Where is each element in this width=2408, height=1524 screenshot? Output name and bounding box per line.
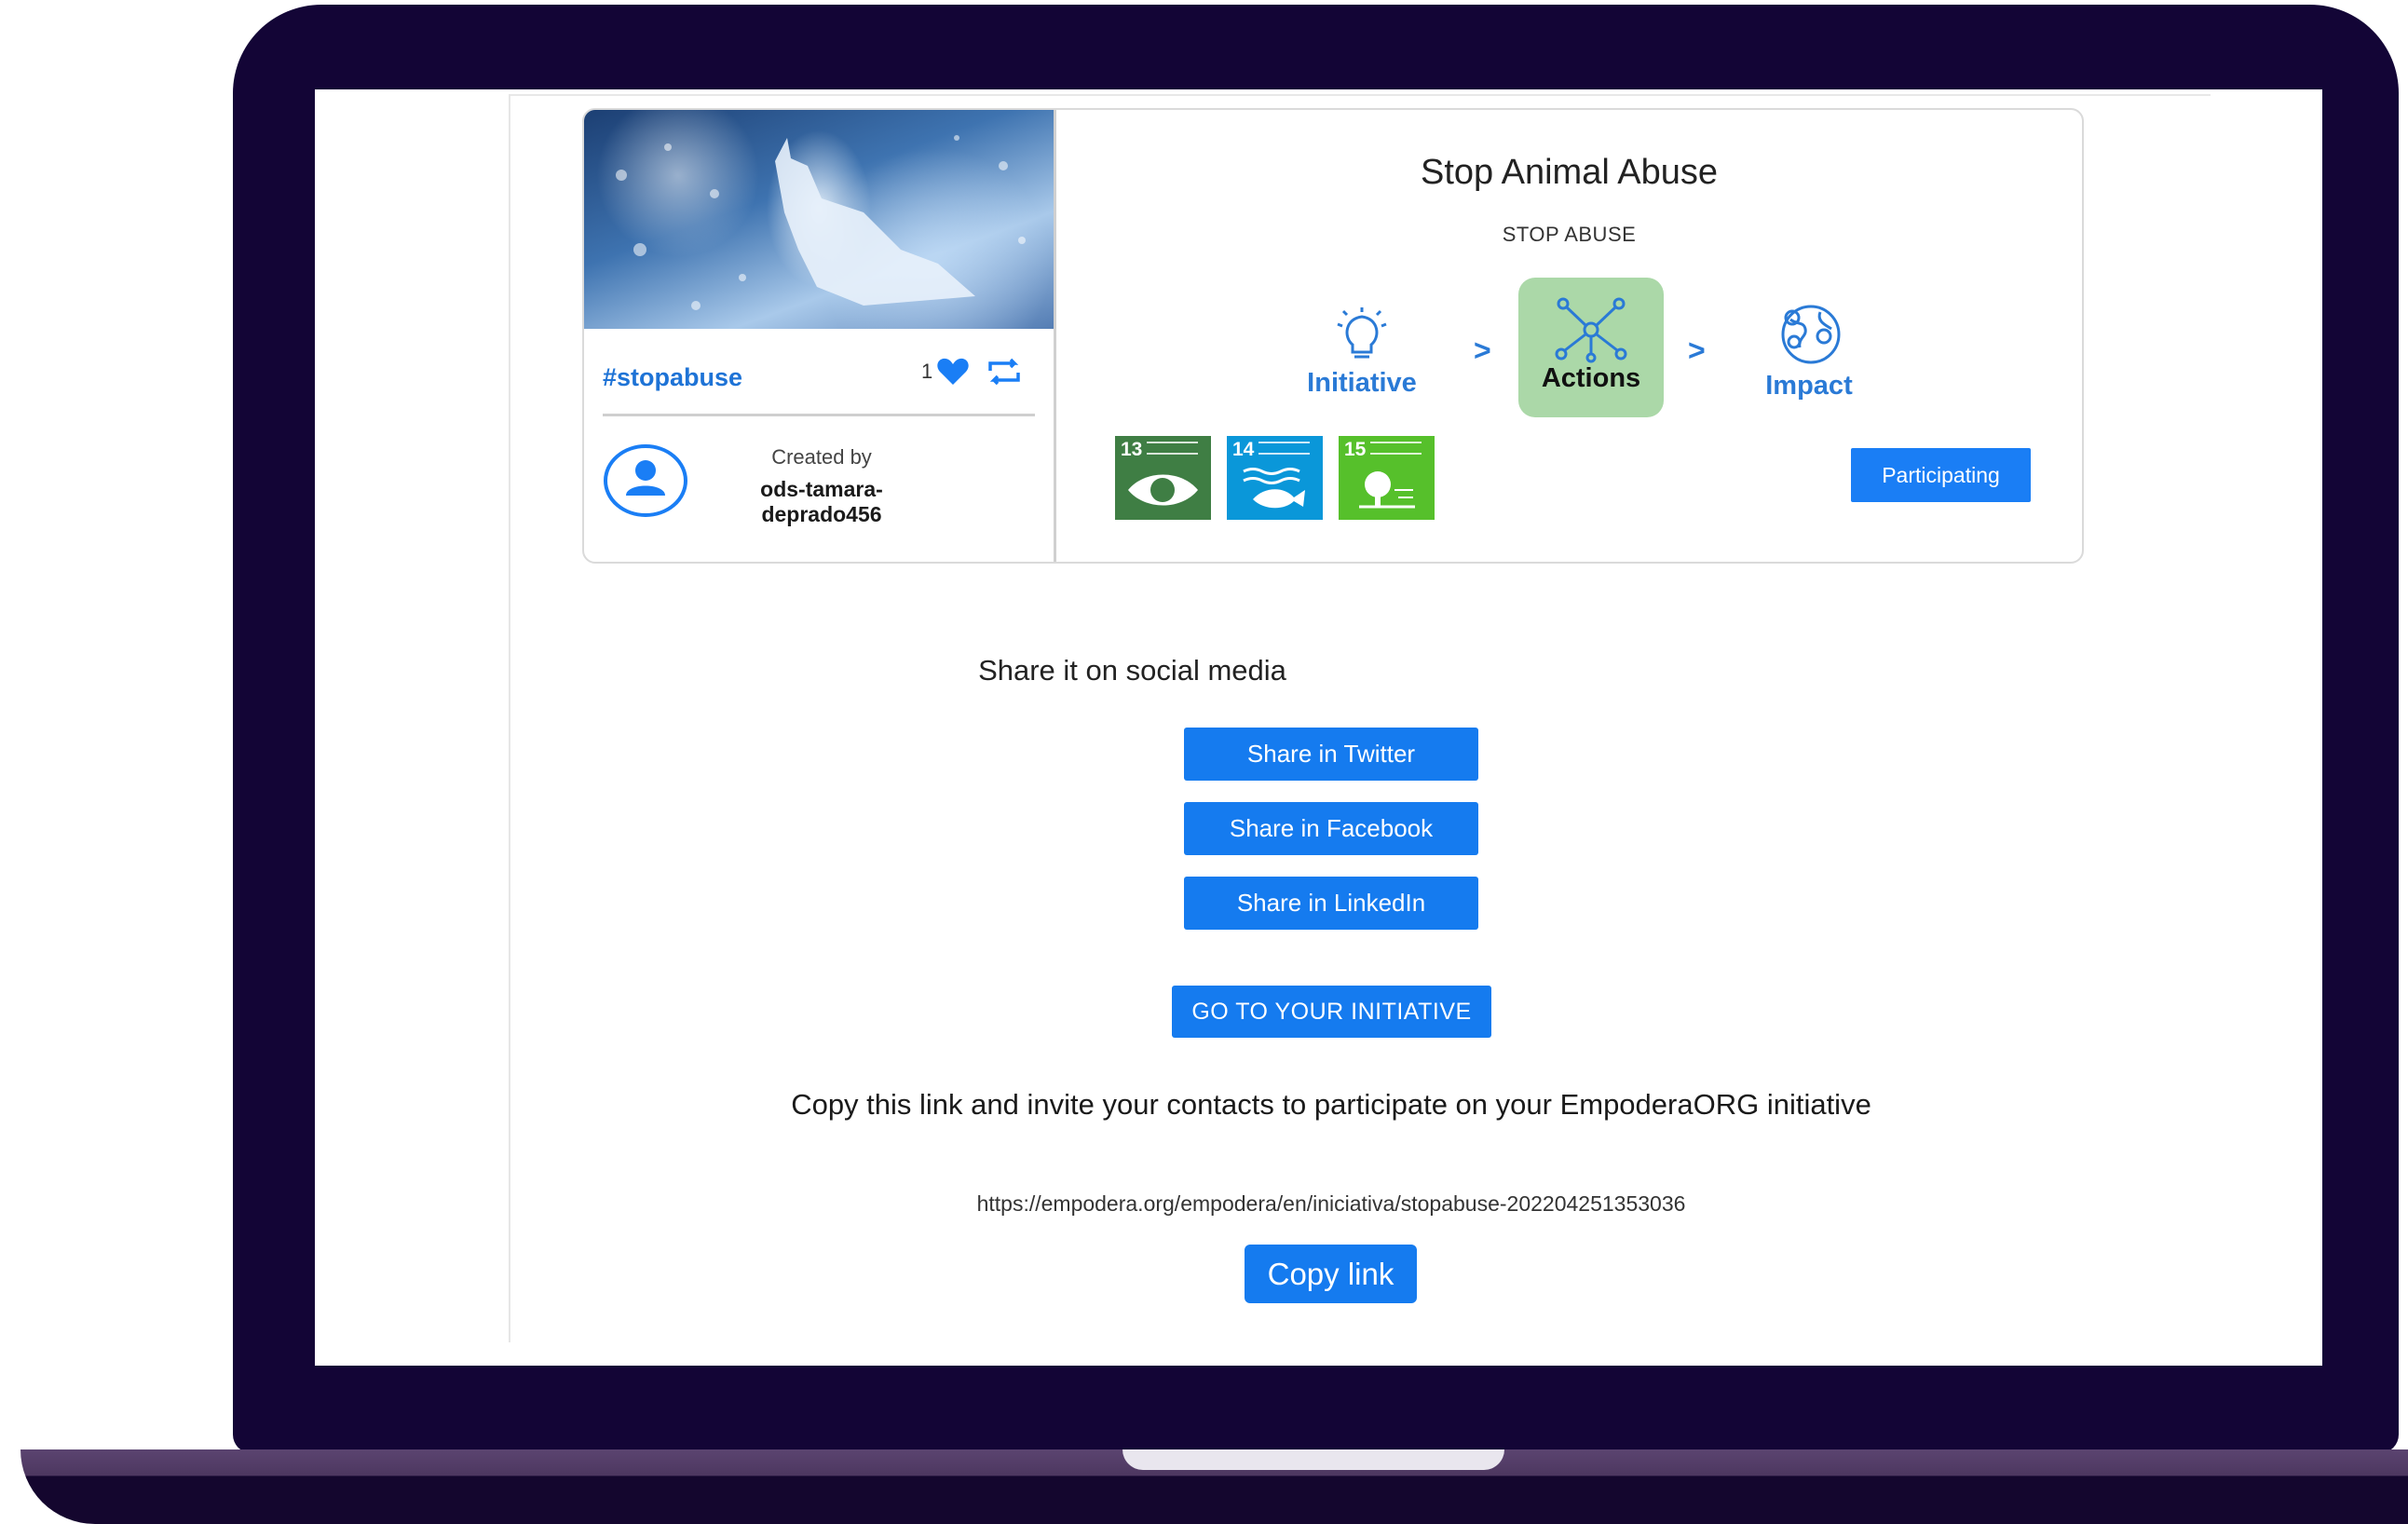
sdg-14-life-below-water[interactable]: 14 [1227,436,1323,520]
share-heading: Share it on social media [978,654,1286,687]
initiative-title: Stop Animal Abuse [1421,153,1718,192]
eye-icon [1128,474,1198,506]
share-linkedin-button[interactable]: Share in LinkedIn [1184,877,1478,930]
retweet-icon[interactable] [985,358,1024,390]
sdg-13-climate-action[interactable]: 13 [1115,436,1211,520]
user-avatar-icon[interactable] [603,443,688,523]
stage-initiative-label: Initiative [1307,368,1417,398]
fish-icon [1243,468,1305,509]
go-to-initiative-button[interactable]: GO TO YOUR INITIATIVE [1172,986,1491,1038]
stage-actions[interactable]: Actions [1518,278,1664,417]
initiative-link[interactable]: https://empodera.org/empodera/en/iniciat… [315,1191,2322,1217]
card-left-panel: #stopabuse 1 Created by ods-tamara-depra… [584,110,1056,562]
participating-button[interactable]: Participating [1851,448,2031,502]
left-divider [509,94,510,1342]
sdg-15-life-on-land[interactable]: 15 [1339,436,1435,520]
initiative-hashtag[interactable]: #stopabuse [603,363,742,392]
stage-actions-label: Actions [1541,363,1641,393]
likes-count: 1 [921,360,933,383]
share-facebook-button[interactable]: Share in Facebook [1184,802,1478,855]
heart-icon[interactable] [936,357,970,391]
globe-icon [1781,305,1841,364]
top-divider [510,94,2211,96]
initiative-photo[interactable] [584,110,1054,329]
initiative-card: #stopabuse 1 Created by ods-tamara-depra… [582,108,2084,564]
network-icon [1555,297,1627,363]
stage-impact[interactable]: Impact [1739,301,1879,401]
initiative-subtitle: STOP ABUSE [1502,223,1637,246]
stage-separator: > [1474,333,1491,367]
tree-icon [1359,471,1415,509]
creator-name[interactable]: ods-tamara-deprado456 [705,477,938,527]
card-divider [603,414,1035,416]
laptop-notch [1122,1449,1504,1470]
share-twitter-button[interactable]: Share in Twitter [1184,728,1478,781]
lightbulb-icon [1337,307,1387,359]
invite-text: Copy this link and invite your contacts … [791,1088,1871,1121]
stage-impact-label: Impact [1765,371,1853,401]
created-by-label: Created by [771,445,872,469]
laptop-screen: #stopabuse 1 Created by ods-tamara-depra… [315,89,2322,1366]
stage-separator: > [1688,333,1706,367]
stage-initiative[interactable]: Initiative [1287,306,1436,399]
copy-link-button[interactable]: Copy link [1245,1245,1417,1303]
